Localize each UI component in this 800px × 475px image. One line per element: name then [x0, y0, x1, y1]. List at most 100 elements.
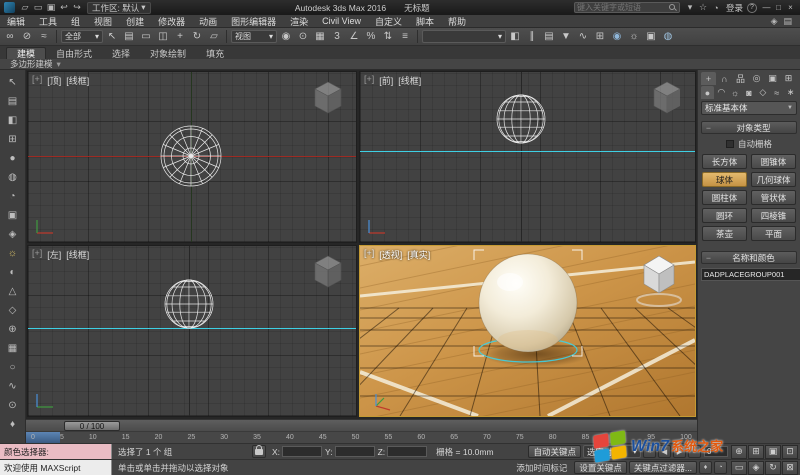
undo-icon[interactable]: ↩: [58, 2, 70, 14]
coord-y-field[interactable]: [335, 446, 375, 457]
viewcube-icon[interactable]: [314, 80, 346, 118]
percent-snap-icon[interactable]: %: [363, 29, 379, 44]
ribbon-panel-label[interactable]: 多边形建模: [10, 58, 53, 70]
systems-icon[interactable]: ∗: [784, 86, 797, 99]
left-tool-icon[interactable]: ▣: [4, 206, 22, 225]
selection-filter-select[interactable]: 全部▾: [61, 30, 103, 43]
sphere-object[interactable]: [495, 93, 547, 145]
primitive-button[interactable]: 平面: [751, 226, 796, 241]
orbit-icon[interactable]: ↻: [765, 461, 781, 475]
infocenter-search[interactable]: [574, 2, 680, 13]
select-by-name-icon[interactable]: ▤: [121, 29, 137, 44]
time-config-button[interactable]: ◔: [714, 461, 727, 474]
new-scene-icon[interactable]: ▱: [19, 2, 31, 14]
menu-item[interactable]: 视图: [87, 15, 119, 27]
maximize-viewport-icon[interactable]: ⊠: [782, 461, 798, 475]
subcategory-select[interactable]: 标准基本体 ▼: [701, 101, 797, 115]
sphere-object[interactable]: [159, 124, 223, 188]
left-tool-icon[interactable]: ▤: [4, 92, 22, 111]
align-icon[interactable]: ∥: [524, 29, 540, 44]
primitive-button[interactable]: 四棱锥: [751, 208, 796, 223]
left-tool-icon[interactable]: ☼: [4, 244, 22, 263]
primitive-button[interactable]: 圆柱体: [702, 190, 747, 205]
maxscript-listener-line[interactable]: 欢迎使用 MAXScript: [0, 460, 112, 475]
ribbon-tab[interactable]: 填充: [196, 47, 234, 59]
left-tool-icon[interactable]: ◔: [4, 187, 22, 206]
lights-icon[interactable]: ☼: [729, 86, 742, 99]
menu-item[interactable]: 渲染: [283, 15, 315, 27]
render-setup-icon[interactable]: ☼: [626, 29, 642, 44]
modify-tab-icon[interactable]: ∩: [717, 72, 732, 85]
curve-editor-icon[interactable]: ∿: [575, 29, 591, 44]
viewport-menu-plus[interactable]: [+]: [32, 74, 42, 87]
left-tool-icon[interactable]: ◐: [4, 263, 22, 282]
sign-in-label[interactable]: 登录: [726, 2, 743, 14]
left-tool-icon[interactable]: ⊙: [4, 396, 22, 415]
cameras-icon[interactable]: ◙: [743, 86, 756, 99]
left-tool-icon[interactable]: ◇: [4, 301, 22, 320]
motion-tab-icon[interactable]: ◎: [749, 72, 764, 85]
viewport-name-label[interactable]: [前]: [379, 74, 393, 87]
left-tool-icon[interactable]: ◈: [4, 225, 22, 244]
viewport-top[interactable]: [+] [顶] [线框]: [27, 71, 357, 243]
primitive-button[interactable]: 球体: [702, 172, 747, 187]
auto-key-button[interactable]: 自动关键点: [528, 445, 581, 458]
viewport-menu-plus[interactable]: [+]: [364, 248, 374, 261]
pan-icon[interactable]: ◈: [748, 461, 764, 475]
menu-item[interactable]: 组: [64, 15, 87, 27]
notification-icon[interactable]: ◔: [710, 2, 722, 14]
viewport-shading-label[interactable]: [线框]: [398, 74, 421, 87]
current-frame-field[interactable]: [704, 446, 728, 457]
menu-item[interactable]: 编辑: [0, 15, 32, 27]
left-tool-icon[interactable]: ○: [4, 358, 22, 377]
left-tool-icon[interactable]: ♦: [4, 415, 22, 434]
schematic-view-icon[interactable]: ⊞: [592, 29, 608, 44]
go-to-end-icon[interactable]: »: [688, 445, 701, 458]
primitive-button[interactable]: 圆环: [702, 208, 747, 223]
workspace-switch-icon[interactable]: ◈: [771, 16, 778, 27]
viewport-shading-label[interactable]: [线框]: [66, 74, 89, 87]
spinner-snap-icon[interactable]: ⇅: [380, 29, 396, 44]
select-rotate-icon[interactable]: ↻: [189, 29, 205, 44]
workspace-selector[interactable]: 工作区: 默认▾: [87, 2, 151, 14]
play-icon[interactable]: ▶: [673, 445, 686, 458]
hierarchy-tab-icon[interactable]: 品: [733, 72, 748, 85]
primitive-button[interactable]: 长方体: [702, 154, 747, 169]
coord-x-field[interactable]: [282, 446, 322, 457]
viewport-shading-label[interactable]: [线框]: [66, 248, 89, 261]
set-key-button[interactable]: 设置关键点: [574, 461, 627, 474]
left-tool-icon[interactable]: ◍: [4, 168, 22, 187]
viewport-front[interactable]: [+] [前] [线框]: [359, 71, 696, 243]
ribbon-tab[interactable]: 对象绘制: [140, 47, 196, 59]
select-object-icon[interactable]: ↖: [104, 29, 120, 44]
rollout-name-color[interactable]: − 名称和颜色: [701, 251, 797, 264]
zoom-extents-all-icon[interactable]: ⊡: [782, 445, 798, 459]
favorites-star-icon[interactable]: ☆: [697, 2, 709, 14]
close-icon[interactable]: ×: [785, 2, 796, 13]
left-tool-icon[interactable]: ●: [4, 149, 22, 168]
left-tool-icon[interactable]: ⊞: [4, 130, 22, 149]
viewport-name-label[interactable]: [顶]: [47, 74, 61, 87]
material-editor-icon[interactable]: ◉: [609, 29, 625, 44]
viewport-name-label[interactable]: [透视]: [379, 248, 402, 261]
save-icon[interactable]: ▣: [45, 2, 57, 14]
help-icon[interactable]: ?: [747, 3, 757, 13]
max-logo-icon[interactable]: [4, 2, 15, 13]
time-slider-handle[interactable]: 0 / 100: [64, 421, 120, 431]
viewcube-icon[interactable]: [653, 80, 685, 118]
menu-extra-icon[interactable]: ▤: [783, 16, 792, 27]
viewport-left[interactable]: [+] [左] [线框]: [27, 245, 357, 417]
viewcube-icon[interactable]: [314, 254, 346, 292]
named-selection-sets-select[interactable]: ▾: [422, 30, 506, 43]
zoom-extents-icon[interactable]: ▣: [765, 445, 781, 459]
use-pivot-center-icon[interactable]: ◉: [278, 29, 294, 44]
track-bar[interactable]: 0510152025303540455055606570758085909510…: [26, 431, 697, 443]
rect-select-region-icon[interactable]: ▭: [138, 29, 154, 44]
geometry-icon[interactable]: ●: [701, 86, 714, 99]
search-icon[interactable]: [668, 3, 677, 12]
maximize-icon[interactable]: □: [773, 2, 784, 13]
viewport-menu-plus[interactable]: [+]: [32, 248, 42, 261]
left-tool-icon[interactable]: ▦: [4, 339, 22, 358]
minimize-icon[interactable]: —: [761, 2, 772, 13]
select-link-icon[interactable]: ∞: [2, 29, 18, 44]
